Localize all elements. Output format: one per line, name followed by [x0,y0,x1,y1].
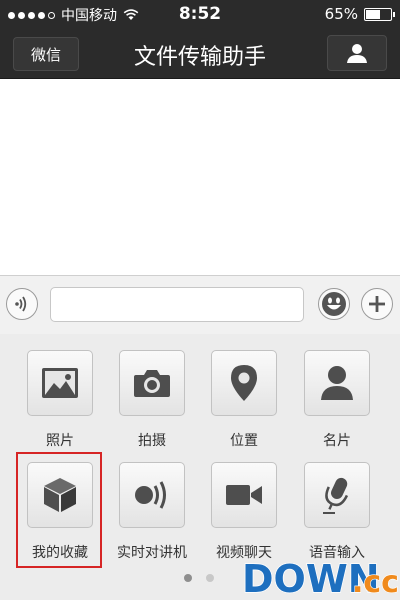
emoji-button[interactable] [318,288,350,320]
walkie-talkie-icon [135,481,166,509]
voice-icon [15,296,27,312]
input-toolbar [0,275,400,335]
camera-tile[interactable] [119,350,185,416]
profile-button[interactable] [327,35,387,71]
panel-item-camera[interactable]: 拍摄 [107,350,197,456]
battery-icon [364,7,395,21]
walkie-talkie-tile[interactable] [119,462,185,528]
battery-fill [366,9,380,19]
down-cc-watermark-logo: DOWN .cc [241,556,398,598]
page-dot-2[interactable] [206,574,214,582]
camera-icon [134,370,170,397]
message-input[interactable] [50,287,304,322]
favorites-cube-icon [44,478,76,512]
microphone-icon [323,477,349,514]
panel-item-walkie-talkie[interactable]: 实时对讲机 [107,462,197,568]
panel-item-photos[interactable]: 照片 [15,350,105,456]
chat-message-area[interactable] [0,79,400,275]
contact-card-label: 名片 [323,433,351,449]
favorites-tile[interactable] [27,462,93,528]
status-right: 65% [324,5,395,23]
photos-tile[interactable] [27,350,93,416]
panel-item-contact-card[interactable]: 名片 [292,350,382,456]
page-indicator [184,574,214,582]
voice-input-tile[interactable] [304,462,370,528]
back-button[interactable]: 微信 [13,37,79,71]
person-icon [347,44,367,63]
status-bar: 中国移动 8:52 65% [0,0,400,28]
page-dot-1[interactable] [184,574,192,582]
plus-icon [369,296,385,312]
battery-percent: 65% [324,5,358,23]
location-tile[interactable] [211,350,277,416]
contact-card-tile[interactable] [304,350,370,416]
phone-screen: 中国移动 8:52 65% 微信 文件传输助手 照片 拍摄 位置 名片 我的收藏… [0,0,400,600]
photo-icon [42,368,78,398]
panel-item-video-chat[interactable]: 视频聊天 [199,462,289,568]
contact-card-icon [321,366,353,400]
svg-text:.cc: .cc [352,565,398,598]
more-options-button[interactable] [361,288,393,320]
panel-item-location[interactable]: 位置 [199,350,289,456]
panel-item-voice-input[interactable]: 语音输入 [292,462,382,568]
voice-input-button[interactable] [6,288,38,320]
video-chat-tile[interactable] [211,462,277,528]
smiley-icon [322,292,346,316]
video-camera-icon [226,485,262,505]
panel-item-favorites[interactable]: 我的收藏 [15,462,105,568]
location-pin-icon [231,365,257,401]
navigation-bar: 微信 文件传输助手 [0,28,400,79]
